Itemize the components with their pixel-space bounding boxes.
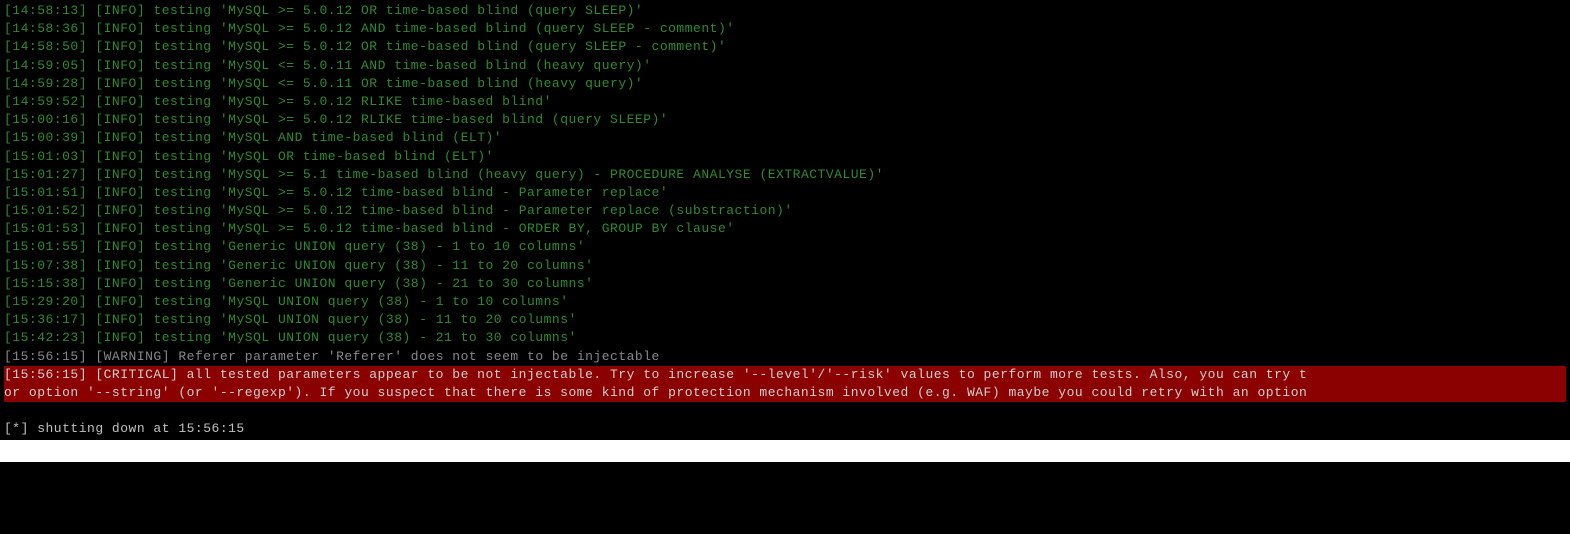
log-message: testing 'MySQL >= 5.1 time-based blind (… (153, 167, 884, 182)
log-level: [INFO] (95, 312, 145, 327)
log-level: [WARNING] (95, 349, 170, 364)
timestamp: [14:58:36] (4, 21, 87, 36)
log-message: testing 'MySQL >= 5.0.12 RLIKE time-base… (153, 94, 551, 109)
log-message: testing 'MySQL UNION query (38) - 1 to 1… (153, 294, 568, 309)
critical-text-row1: [15:56:15] [CRITICAL] all tested paramet… (4, 366, 1566, 384)
timestamp: [15:36:17] (4, 312, 87, 327)
timestamp: [14:59:05] (4, 58, 87, 73)
log-level: [INFO] (95, 167, 145, 182)
log-level: [INFO] (95, 203, 145, 218)
timestamp: [15:42:23] (4, 330, 87, 345)
log-line: [15:01:51] [INFO] testing 'MySQL >= 5.0.… (4, 184, 1566, 202)
log-line: [15:01:53] [INFO] testing 'MySQL >= 5.0.… (4, 220, 1566, 238)
log-level: [INFO] (95, 130, 145, 145)
log-line: [15:00:39] [INFO] testing 'MySQL AND tim… (4, 129, 1566, 147)
log-level: [INFO] (95, 58, 145, 73)
log-level: [INFO] (95, 258, 145, 273)
log-level: [INFO] (95, 76, 145, 91)
log-message: testing 'Generic UNION query (38) - 11 t… (153, 258, 593, 273)
log-level: [INFO] (95, 149, 145, 164)
log-message: testing 'MySQL >= 5.0.12 time-based blin… (153, 221, 734, 236)
timestamp: [14:58:13] (4, 3, 87, 18)
log-level: [INFO] (95, 112, 145, 127)
timestamp: [14:59:28] (4, 76, 87, 91)
log-line: [15:01:27] [INFO] testing 'MySQL >= 5.1 … (4, 166, 1566, 184)
log-message: testing 'MySQL UNION query (38) - 11 to … (153, 312, 576, 327)
timestamp: [15:00:16] (4, 112, 87, 127)
critical-text-row2: or option '--string' (or '--regexp'). If… (4, 384, 1566, 402)
log-level: [INFO] (95, 330, 145, 345)
page-whitespace (0, 440, 1570, 462)
timestamp: [15:01:27] (4, 167, 87, 182)
shutdown-line: [*] shutting down at 15:56:15 (4, 420, 1566, 438)
log-line: [15:07:38] [INFO] testing 'Generic UNION… (4, 257, 1566, 275)
log-message: testing 'MySQL <= 5.0.11 AND time-based … (153, 58, 651, 73)
log-level: [INFO] (95, 276, 145, 291)
log-line: [14:58:36] [INFO] testing 'MySQL >= 5.0.… (4, 20, 1566, 38)
log-line: [15:36:17] [INFO] testing 'MySQL UNION q… (4, 311, 1566, 329)
log-line-critical: [15:56:15] [CRITICAL] all tested paramet… (4, 366, 1566, 402)
log-message: testing 'MySQL >= 5.0.12 time-based blin… (153, 203, 792, 218)
log-line: [15:01:52] [INFO] testing 'MySQL >= 5.0.… (4, 202, 1566, 220)
timestamp: [15:00:39] (4, 130, 87, 145)
log-level: [INFO] (95, 185, 145, 200)
log-line: [15:15:38] [INFO] testing 'Generic UNION… (4, 275, 1566, 293)
log-line: [14:59:52] [INFO] testing 'MySQL >= 5.0.… (4, 93, 1566, 111)
log-message: testing 'MySQL >= 5.0.12 AND time-based … (153, 21, 734, 36)
log-level: [INFO] (95, 21, 145, 36)
log-level: [INFO] (95, 239, 145, 254)
log-line: [14:59:28] [INFO] testing 'MySQL <= 5.0.… (4, 75, 1566, 93)
log-message: testing 'MySQL >= 5.0.12 RLIKE time-base… (153, 112, 668, 127)
timestamp: [15:29:20] (4, 294, 87, 309)
log-message: testing 'MySQL UNION query (38) - 21 to … (153, 330, 576, 345)
log-line: [14:58:13] [INFO] testing 'MySQL >= 5.0.… (4, 2, 1566, 20)
timestamp: [15:07:38] (4, 258, 87, 273)
log-line: [14:59:05] [INFO] testing 'MySQL <= 5.0.… (4, 57, 1566, 75)
log-message: testing 'MySQL >= 5.0.12 time-based blin… (153, 185, 668, 200)
timestamp: [14:58:50] (4, 39, 87, 54)
log-message: testing 'MySQL AND time-based blind (ELT… (153, 130, 502, 145)
log-line: [15:42:23] [INFO] testing 'MySQL UNION q… (4, 329, 1566, 347)
log-message: Referer parameter 'Referer' does not see… (178, 349, 659, 364)
timestamp: [15:01:52] (4, 203, 87, 218)
log-level: [INFO] (95, 294, 145, 309)
terminal-output: [14:58:13] [INFO] testing 'MySQL >= 5.0.… (0, 0, 1570, 440)
timestamp: [15:01:53] (4, 221, 87, 236)
log-message: testing 'MySQL >= 5.0.12 OR time-based b… (153, 39, 726, 54)
log-level: [INFO] (95, 221, 145, 236)
log-message: testing 'Generic UNION query (38) - 1 to… (153, 239, 585, 254)
log-line: [14:58:50] [INFO] testing 'MySQL >= 5.0.… (4, 38, 1566, 56)
log-level: [INFO] (95, 3, 145, 18)
log-message: testing 'MySQL <= 5.0.11 OR time-based b… (153, 76, 643, 91)
timestamp: [15:15:38] (4, 276, 87, 291)
log-message: testing 'MySQL >= 5.0.12 OR time-based b… (153, 3, 643, 18)
log-line: [15:01:03] [INFO] testing 'MySQL OR time… (4, 148, 1566, 166)
log-line: [15:00:16] [INFO] testing 'MySQL >= 5.0.… (4, 111, 1566, 129)
timestamp: [15:01:51] (4, 185, 87, 200)
log-message: testing 'Generic UNION query (38) - 21 t… (153, 276, 593, 291)
log-level: [INFO] (95, 39, 145, 54)
timestamp: [15:01:55] (4, 239, 87, 254)
log-message: testing 'MySQL OR time-based blind (ELT)… (153, 149, 493, 164)
log-lines: [14:58:13] [INFO] testing 'MySQL >= 5.0.… (4, 2, 1566, 366)
timestamp: [14:59:52] (4, 94, 87, 109)
log-line: [15:01:55] [INFO] testing 'Generic UNION… (4, 238, 1566, 256)
timestamp: [15:56:15] (4, 349, 87, 364)
log-line: [15:29:20] [INFO] testing 'MySQL UNION q… (4, 293, 1566, 311)
log-line: [15:56:15] [WARNING] Referer parameter '… (4, 348, 1566, 366)
log-level: [INFO] (95, 94, 145, 109)
timestamp: [15:01:03] (4, 149, 87, 164)
